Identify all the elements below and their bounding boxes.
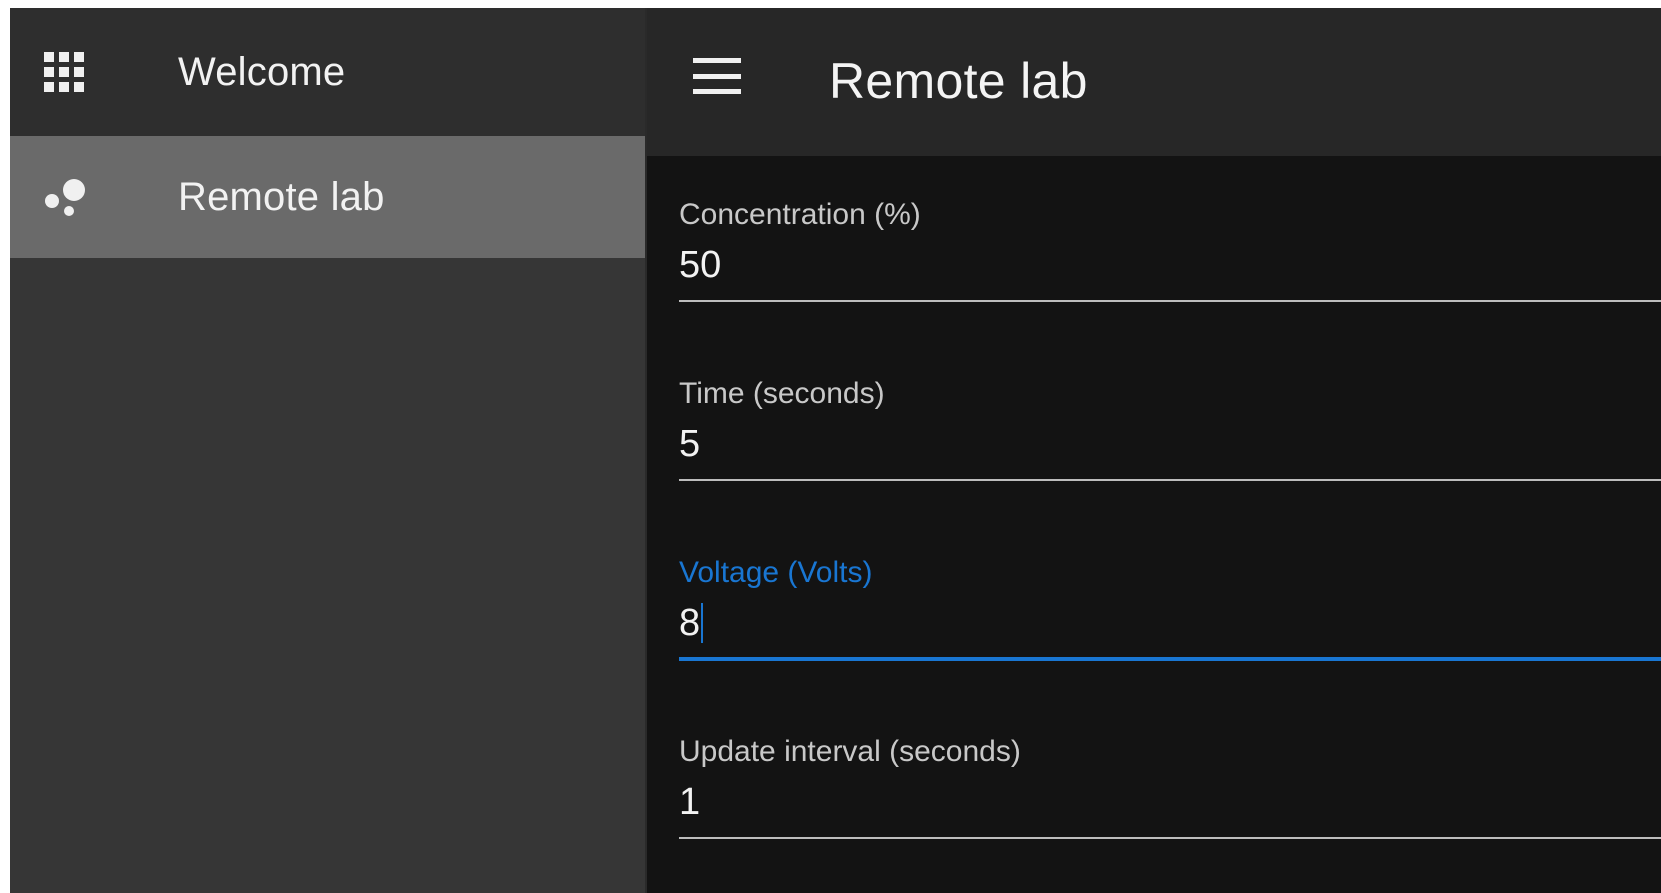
time-input[interactable] — [679, 419, 1661, 469]
sidebar-header-label: Welcome — [178, 49, 346, 94]
time-label: Time (seconds) — [679, 377, 885, 410]
update-interval-input[interactable] — [679, 777, 1661, 827]
update-interval-label: Update interval (seconds) — [679, 735, 1021, 768]
voltage-field: Voltage (Volts) 8 — [679, 514, 1661, 693]
sidebar-item-remote-lab[interactable]: Remote lab — [10, 136, 645, 258]
menu-icon[interactable] — [693, 58, 741, 94]
bubbles-icon — [10, 136, 178, 258]
parameters-form: Concentration (%) Time (seconds) Voltage… — [679, 156, 1661, 872]
topbar: Remote lab — [647, 8, 1661, 156]
time-field: Time (seconds) — [679, 335, 1661, 514]
apps-grid-icon — [10, 8, 178, 136]
time-underline — [679, 479, 1661, 481]
page-title: Remote lab — [829, 53, 1088, 109]
voltage-value: 8 — [679, 601, 701, 644]
sidebar-header-welcome[interactable]: Welcome — [10, 8, 645, 136]
concentration-underline — [679, 300, 1661, 302]
voltage-label: Voltage (Volts) — [679, 556, 873, 589]
voltage-input[interactable]: 8 — [679, 598, 704, 648]
text-caret — [701, 603, 704, 643]
concentration-input[interactable] — [679, 240, 1661, 290]
app-window: Welcome Remote lab Remote lab Concentrat… — [10, 8, 1661, 893]
concentration-field: Concentration (%) — [679, 156, 1661, 335]
voltage-underline — [679, 657, 1661, 661]
concentration-label: Concentration (%) — [679, 198, 921, 231]
update-interval-underline — [679, 837, 1661, 839]
main-panel: Remote lab Concentration (%) Time (secon… — [647, 8, 1661, 893]
sidebar: Welcome Remote lab — [10, 8, 647, 893]
sidebar-item-label: Remote lab — [178, 174, 385, 219]
update-interval-field: Update interval (seconds) — [679, 693, 1661, 872]
